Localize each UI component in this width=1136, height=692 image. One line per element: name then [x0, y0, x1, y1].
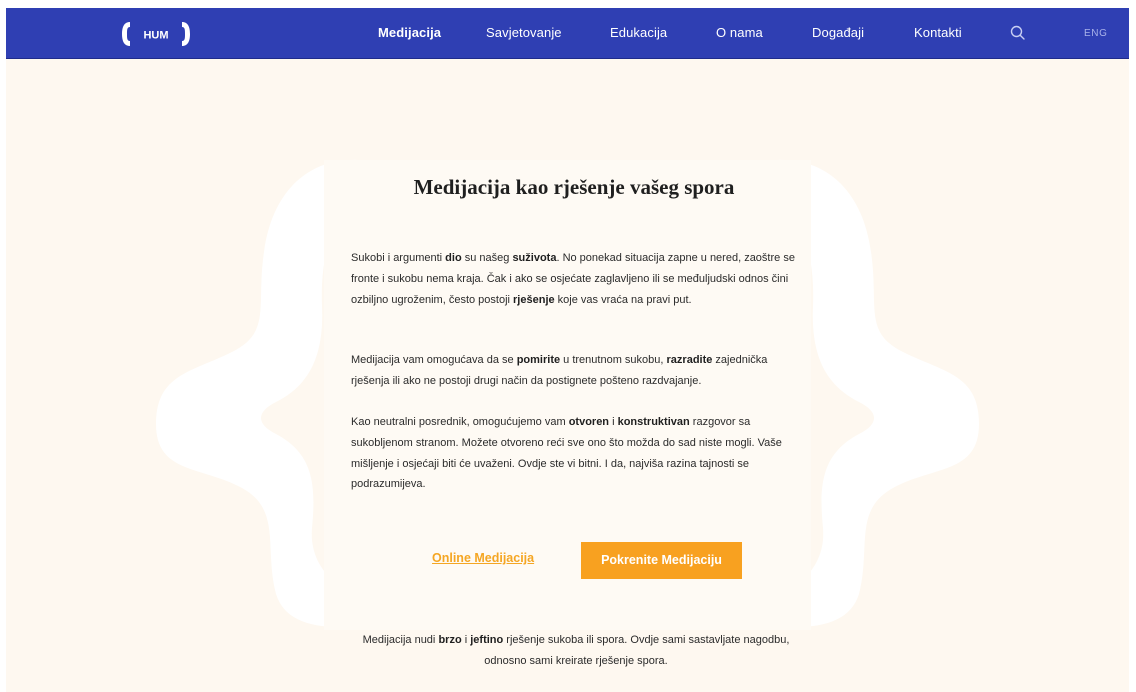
main-content: Medijacija kao rješenje vašeg spora Suko… — [6, 8, 1129, 692]
page-frame: HUM Medijacija Savjetovanje Edukacija O … — [6, 8, 1129, 692]
online-medijacija-link[interactable]: Online Medijacija — [432, 551, 534, 565]
p1-bold-dio: dio — [445, 252, 462, 264]
p2-bold-razradite: razradite — [666, 354, 713, 366]
footer-text-3: rješenje sukoba ili spora. Ovdje sami sa… — [484, 634, 790, 667]
footer-text-1: Medijacija nudi — [362, 634, 439, 646]
footer-bold-brzo: brzo — [438, 634, 462, 646]
p1-text-4: koje vas vraća na pravi put. — [554, 293, 692, 306]
page-title: Medijacija kao rješenje vašeg spora — [413, 175, 735, 199]
page: HUM Medijacija Savjetovanje Edukacija O … — [0, 0, 1136, 692]
p3-bold-konstruktivan: konstruktivan — [617, 416, 690, 428]
intro-paragraph-3: Kao neutralni posrednik, omogućujemo vam… — [351, 412, 801, 495]
p2-text-2: u trenutnom sukobu, — [560, 354, 667, 366]
p3-text-1: Kao neutralni posrednik, omogućujemo vam — [351, 416, 569, 428]
p2-bold-pomirite: pomirite — [516, 354, 561, 366]
footer-bold-jeftino: jeftino — [470, 634, 504, 646]
intro-paragraph-2: Medijacija vam omogućava da se pomirite … — [351, 350, 801, 392]
p3-bold-otvoren: otvoren — [568, 416, 610, 428]
p1-text-1: Sukobi i argumenti — [351, 252, 446, 264]
p2-text-1: Medijacija vam omogućava da se — [351, 354, 517, 366]
p3-text-2: i — [609, 416, 618, 428]
footer-text-2: i — [461, 634, 471, 646]
intro-paragraph-1: Sukobi i argumenti dio su našeg suživota… — [351, 248, 801, 310]
p1-bold-zivota: suživota — [512, 252, 557, 264]
footer-paragraph: Medijacija nudi brzo i jeftino rješenje … — [351, 630, 801, 672]
start-mediation-button[interactable]: Pokrenite Medijaciju — [581, 542, 742, 579]
p1-text-2: su našeg — [461, 252, 513, 264]
p1-bold-rjesenje: rješenje — [513, 293, 555, 306]
